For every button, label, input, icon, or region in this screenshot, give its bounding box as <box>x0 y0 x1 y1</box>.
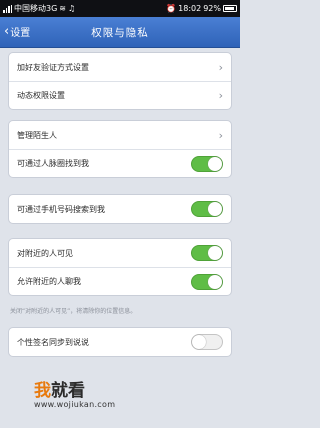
row-label: 动态权限设置 <box>17 91 65 100</box>
toggle-knob <box>208 156 222 171</box>
toggle-knob <box>208 246 222 260</box>
toggle-knob <box>208 274 222 289</box>
toggle-knob <box>192 335 206 349</box>
chevron-right-icon: › <box>218 128 223 142</box>
watermark-logo-rest: 就看 <box>51 381 85 401</box>
toggle-knob <box>208 202 222 216</box>
watermark-url: www.wojiukan.com <box>34 400 116 409</box>
nearby-note: 关闭“对附近的人可见”，将清除你的位置信息。 <box>10 308 137 315</box>
signal-icon <box>3 4 12 13</box>
watermark: 我就看 www.wojiukan.com <box>0 368 240 428</box>
status-bar: 中国移动3G ≋ ♫ ⏰ 18:02 92% <box>0 0 240 17</box>
toggle-allow-nearby-chat[interactable] <box>191 273 223 290</box>
watermark-logo: 我就看 <box>34 376 85 401</box>
settings-group-strangers: 管理陌生人 › 可通过人脉圈找到我 <box>8 120 232 178</box>
row-dynamic-permission[interactable]: 动态权限设置 › <box>9 81 231 109</box>
row-label: 加好友验证方式设置 <box>17 62 89 72</box>
page-title: 权限与隐私 <box>91 27 149 39</box>
row-label: 可通过手机号码搜索到我 <box>17 204 105 214</box>
battery-icon <box>223 5 237 12</box>
chevron-right-icon: › <box>218 60 223 74</box>
row-label: 对附近的人可见 <box>17 248 73 258</box>
alarm-icon: ⏰ <box>166 4 177 13</box>
row-allow-nearby-chat: 允许附近的人聊我 <box>9 267 231 295</box>
settings-group-nearby: 对附近的人可见 允许附近的人聊我 <box>8 238 232 296</box>
row-sync-signature: 个性签名同步到说说 <box>9 328 231 356</box>
toggle-sync-signature[interactable] <box>191 334 223 350</box>
row-friend-verify[interactable]: 加好友验证方式设置 › <box>9 53 231 81</box>
row-label: 个性签名同步到说说 <box>17 337 89 347</box>
chevron-right-icon: › <box>218 89 223 102</box>
battery-percent: 92% <box>203 4 221 13</box>
row-find-by-network: 可通过人脉圈找到我 <box>9 149 231 177</box>
row-search-by-phone: 可通过手机号码搜索到我 <box>9 195 231 223</box>
music-icon: ♫ <box>68 4 76 13</box>
status-time: 18:02 <box>178 4 202 13</box>
row-visible-nearby: 对附近的人可见 <box>9 239 231 267</box>
toggle-find-by-network[interactable] <box>191 155 223 172</box>
watermark-logo-main: 我 <box>34 381 51 401</box>
row-label: 管理陌生人 <box>17 130 57 140</box>
settings-group-phone: 可通过手机号码搜索到我 <box>8 194 232 224</box>
row-label: 可通过人脉圈找到我 <box>17 159 89 168</box>
toggle-visible-nearby[interactable] <box>191 245 223 261</box>
carrier-label: 中国移动3G <box>14 4 58 13</box>
row-label: 允许附近的人聊我 <box>17 277 81 286</box>
toggle-search-by-phone[interactable] <box>191 201 223 217</box>
wifi-icon: ≋ <box>59 4 66 13</box>
settings-group-verify: 加好友验证方式设置 › 动态权限设置 › <box>8 52 232 110</box>
row-manage-strangers[interactable]: 管理陌生人 › <box>9 121 231 149</box>
nav-bar: ‹ 设置 权限与隐私 <box>0 17 240 48</box>
settings-group-signature: 个性签名同步到说说 <box>8 327 232 357</box>
